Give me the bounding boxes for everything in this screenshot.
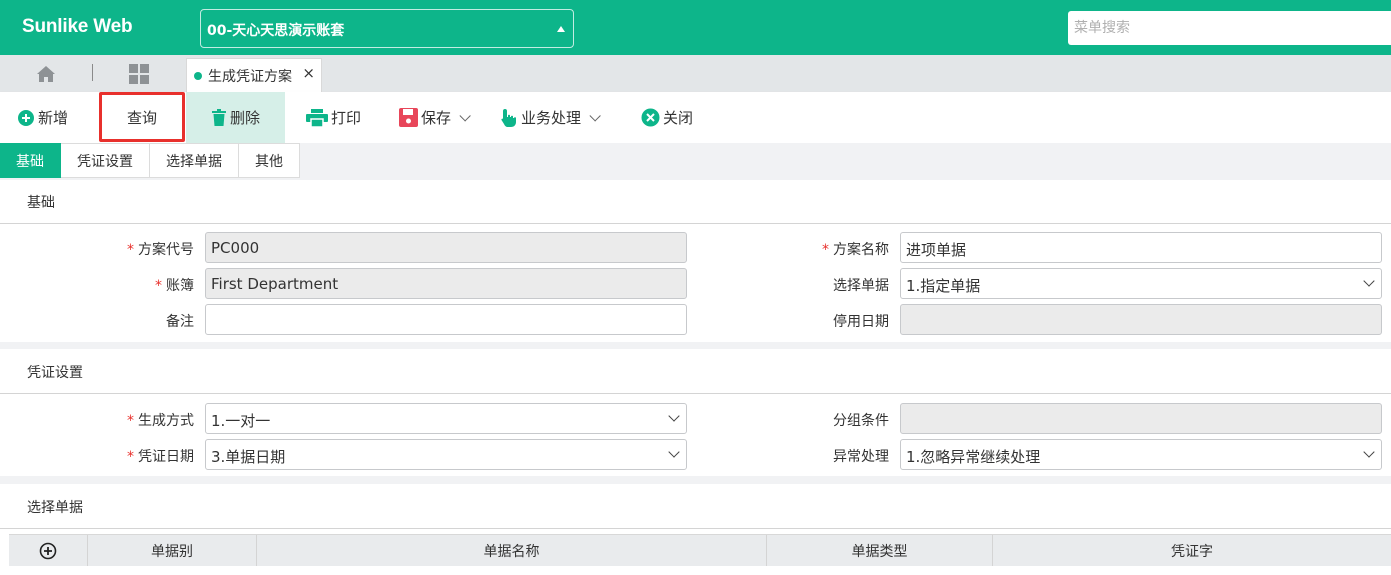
section-tabs: 基础 凭证设置 选择单据 其他 — [0, 143, 300, 179]
print-label: 打印 — [331, 109, 362, 127]
remark-label: 备注 — [166, 314, 194, 330]
divider — [0, 393, 1391, 394]
tab-divider — [92, 64, 93, 81]
add-label: 新增 — [38, 109, 69, 127]
scheme-name-label: * 方案名称 — [729, 239, 889, 259]
close-label: 关闭 — [663, 109, 694, 127]
close-tab-icon[interactable]: × — [302, 64, 315, 82]
column-header[interactable]: 单据名称 — [257, 535, 767, 567]
chevron-down-icon[interactable] — [459, 109, 471, 122]
chevron-down-icon[interactable] — [589, 109, 601, 122]
tab-voucher-scheme[interactable]: 生成凭证方案 × — [186, 58, 322, 92]
section-title: 选择单据 — [27, 500, 83, 516]
query-label: 查询 — [126, 108, 157, 127]
column-header[interactable]: 单据类型 — [767, 535, 993, 567]
hand-pointer-icon — [501, 108, 516, 127]
business-process-button[interactable]: 业务处理 — [500, 92, 601, 143]
account-selector[interactable]: 00-天心天思演示账套 — [200, 9, 574, 48]
gen-mode-dropdown[interactable]: 1.一对一 — [205, 403, 687, 434]
print-button[interactable]: 打印 — [306, 92, 361, 143]
table-row — [9, 566, 1391, 575]
voucher-date-dropdown[interactable]: 3.单据日期 — [205, 439, 687, 470]
section-title: 基础 — [27, 195, 55, 211]
tab-select-docs[interactable]: 选择单据 — [150, 143, 239, 178]
scheme-code-field[interactable]: PC000 — [205, 232, 687, 263]
section-title: 凭证设置 — [27, 365, 83, 381]
chevron-down-icon — [668, 410, 680, 422]
scheme-code-label: * 方案代号 — [34, 239, 194, 259]
disable-date-label: 停用日期 — [833, 314, 889, 330]
scheme-name-field[interactable]: 进项单据 — [900, 232, 1382, 263]
label-text: 账簿 — [166, 278, 194, 294]
group-cond-field[interactable] — [900, 403, 1382, 434]
top-bar: Sunlike Web 00-天心天思演示账套 — [0, 0, 1391, 55]
add-button[interactable]: 新增 — [17, 92, 68, 143]
add-row-button[interactable] — [9, 535, 88, 567]
toolbar: 新增 查询 删除 打印 保存 业务处理 关闭 — [0, 92, 1391, 143]
label-text: 方案代号 — [138, 242, 194, 258]
basic-section: 基础 * 方案代号 PC000 * 方案名称 进项单据 * 账簿 First Depa… — [0, 180, 1391, 342]
brand-logo: Sunlike Web — [22, 16, 133, 37]
exception-dropdown[interactable]: 1.忽略异常继续处理 — [900, 439, 1382, 470]
active-dot-icon — [194, 72, 202, 80]
printer-icon — [306, 108, 328, 127]
required-mark: * — [127, 242, 134, 258]
home-icon[interactable] — [34, 65, 58, 83]
ledger-label: * 账簿 — [34, 275, 194, 295]
select-doc-label: 选择单据 — [833, 278, 889, 294]
group-cond-label: 分组条件 — [833, 413, 889, 429]
close-circle-icon — [641, 108, 660, 127]
save-label: 保存 — [421, 109, 452, 127]
query-button[interactable]: 查询 — [99, 92, 185, 142]
required-mark: * — [127, 449, 134, 465]
docs-table-header: 单据别 单据名称 单据类型 凭证字 — [9, 534, 1391, 567]
divider — [0, 223, 1391, 224]
tab-label: 生成凭证方案 — [208, 69, 292, 85]
dropdown-value: 1.一对一 — [211, 412, 271, 430]
tab-voucher-settings[interactable]: 凭证设置 — [61, 143, 150, 178]
tab-basic[interactable]: 基础 — [0, 143, 61, 178]
account-selector-value: 00-天心天思演示账套 — [207, 23, 345, 39]
dropdown-value: 3.单据日期 — [211, 448, 286, 466]
tab-strip: 生成凭证方案 × — [0, 55, 1391, 92]
required-mark: * — [127, 413, 134, 429]
required-mark: * — [155, 278, 162, 294]
dropdown-value: 1.指定单据 — [906, 277, 981, 295]
floppy-disk-icon — [399, 108, 418, 127]
gen-mode-label: * 生成方式 — [34, 410, 194, 430]
save-button[interactable]: 保存 — [399, 92, 471, 143]
chevron-down-icon — [1363, 446, 1375, 458]
plus-circle-icon — [39, 542, 57, 560]
label-text: 凭证日期 — [138, 449, 194, 465]
column-header[interactable]: 单据别 — [88, 535, 257, 567]
plus-circle-icon — [18, 109, 34, 126]
trash-icon — [211, 108, 226, 126]
label-text: 方案名称 — [833, 242, 889, 258]
required-mark: * — [822, 242, 829, 258]
column-header[interactable]: 凭证字 — [993, 535, 1391, 567]
close-button[interactable]: 关闭 — [641, 92, 693, 143]
chevron-down-icon — [1363, 275, 1375, 287]
ledger-field[interactable]: First Department — [205, 268, 687, 299]
menu-search-input[interactable] — [1068, 11, 1391, 45]
divider — [0, 528, 1391, 529]
delete-label: 删除 — [229, 109, 260, 127]
exception-label: 异常处理 — [833, 449, 889, 465]
dropdown-value: 1.忽略异常继续处理 — [906, 448, 1041, 466]
voucher-date-label: * 凭证日期 — [34, 446, 194, 466]
voucher-settings-section: 凭证设置 * 生成方式 1.一对一 分组条件 * 凭证日期 3.单据日期 异常处理 … — [0, 349, 1391, 476]
chevron-down-icon — [668, 446, 680, 458]
delete-button[interactable]: 删除 — [186, 92, 285, 143]
caret-up-icon — [557, 26, 565, 32]
select-doc-dropdown[interactable]: 1.指定单据 — [900, 268, 1382, 299]
business-label: 业务处理 — [521, 109, 582, 127]
app-grid-icon[interactable] — [129, 64, 149, 84]
remark-field[interactable] — [205, 304, 687, 335]
disable-date-field[interactable] — [900, 304, 1382, 335]
label-text: 生成方式 — [138, 413, 194, 429]
tab-other[interactable]: 其他 — [239, 143, 300, 178]
